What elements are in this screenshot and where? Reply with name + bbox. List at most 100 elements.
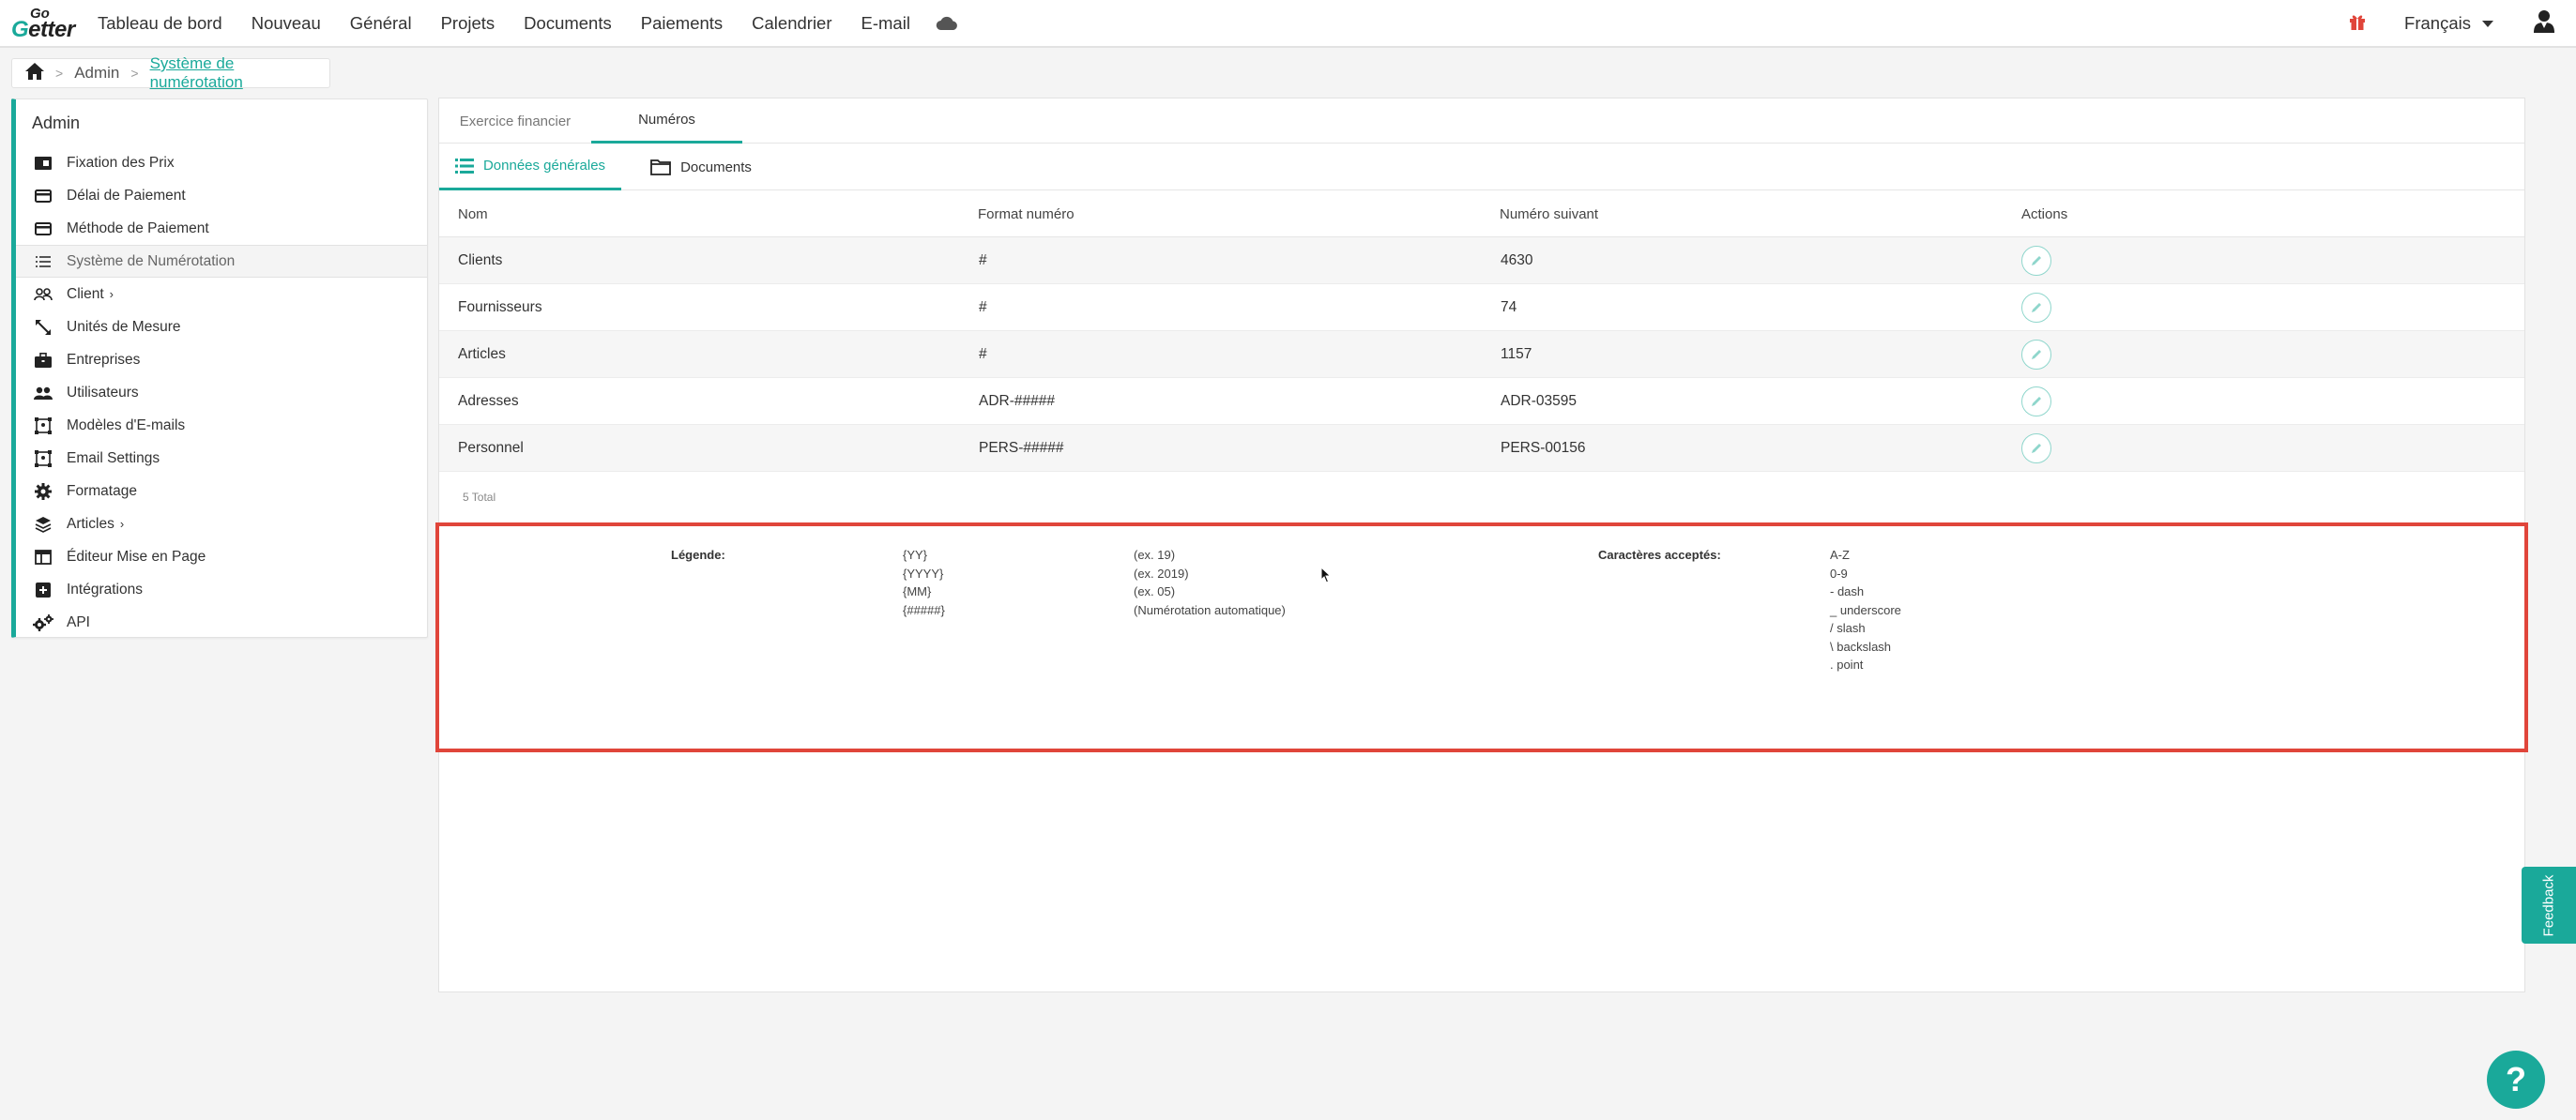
legend-code: {YY} <box>903 548 928 562</box>
legend-examples: (ex. 19) (ex. 2019) (ex. 05) (Numérotati… <box>1134 546 1286 619</box>
edit-button[interactable] <box>2021 293 2051 323</box>
cell-name: Clients <box>458 252 503 268</box>
sidebar-item-label: Articles <box>67 515 114 532</box>
cell-format: ADR-##### <box>979 393 1055 409</box>
nav-email[interactable]: E-mail <box>861 13 910 34</box>
feedback-label: Feedback <box>2540 874 2557 936</box>
top-navbar: Go Getter Tableau de bord Nouveau Généra… <box>0 0 2576 48</box>
sidebar-item-label: Email Settings <box>67 449 160 466</box>
nav-documents[interactable]: Documents <box>524 13 612 34</box>
nav-payments[interactable]: Paiements <box>641 13 723 34</box>
pencil-icon <box>2032 256 2041 265</box>
sidebar-item-companies[interactable]: Entreprises <box>16 343 427 376</box>
user-avatar-icon[interactable] <box>2533 9 2555 38</box>
sidebar-item-api[interactable]: API <box>16 606 427 639</box>
accepted-character: 0-9 <box>1830 566 1848 581</box>
tab-numbers[interactable]: Numéros <box>591 98 742 144</box>
legend-codes: {YY} {YYYY} {MM} {#####} <box>903 546 945 619</box>
nav-projects[interactable]: Projets <box>441 13 495 34</box>
credit-card-icon <box>33 219 53 238</box>
sub-tabs: Données générales Documents <box>439 144 2524 190</box>
breadcrumb-separator-icon: > <box>55 66 64 81</box>
sidebar-item-formatting[interactable]: Formatage <box>16 475 427 507</box>
table-row: Adresses ADR-##### ADR-03595 <box>439 378 2524 425</box>
list-icon <box>33 252 53 271</box>
chevron-down-icon[interactable] <box>2482 20 2493 27</box>
table-header: Nom Format numéro Numéro suivant Actions <box>439 190 2524 237</box>
briefcase-icon <box>33 351 53 370</box>
accepted-character: . point <box>1830 658 1864 672</box>
folder-icon <box>650 159 671 175</box>
users-icon <box>33 384 53 402</box>
breadcrumb-current[interactable]: Système de numérotation <box>150 54 329 92</box>
sidebar-item-label: Intégrations <box>67 581 143 598</box>
breadcrumb-separator-icon: > <box>130 66 139 81</box>
sidebar-item-integrations[interactable]: Intégrations <box>16 573 427 606</box>
list-icon <box>454 158 474 174</box>
sidebar-item-numbering-system[interactable]: Système de Numérotation <box>16 245 427 278</box>
edit-button[interactable] <box>2021 386 2051 416</box>
sidebar-item-label: Client <box>67 285 104 302</box>
nav-calendar[interactable]: Calendrier <box>752 13 831 34</box>
main-menu: Tableau de bord Nouveau Général Projets … <box>98 0 958 47</box>
column-header-next-number[interactable]: Numéro suivant <box>1500 190 1598 237</box>
cell-format: # <box>979 252 987 268</box>
tab-general-label: Données générales <box>482 158 606 174</box>
help-button[interactable]: ? <box>2487 1051 2545 1109</box>
sidebar-item-label: Unités de Mesure <box>67 318 181 335</box>
top-tabs: Exercice financier Numéros <box>439 98 2524 144</box>
sidebar-item-users[interactable]: Utilisateurs <box>16 376 427 409</box>
legend-panel: Légende: {YY} {YYYY} {MM} {#####} (ex. 1… <box>435 522 2528 752</box>
accepted-characters-title: Caractères acceptés: <box>1598 548 1721 562</box>
accepted-character: A-Z <box>1830 548 1850 562</box>
sidebar-item-articles[interactable]: Articles › <box>16 507 427 540</box>
home-icon[interactable] <box>25 62 44 84</box>
sidebar-item-units[interactable]: Unités de Mesure <box>16 310 427 343</box>
cell-format: PERS-##### <box>979 440 1064 456</box>
column-header-format[interactable]: Format numéro <box>978 190 1075 237</box>
tab-general-data[interactable]: Données générales <box>439 144 621 190</box>
mouse-cursor-icon <box>1320 566 1332 588</box>
sidebar-item-payment-method[interactable]: Méthode de Paiement <box>16 212 427 245</box>
nav-new[interactable]: Nouveau <box>252 13 321 34</box>
cell-next-number: 74 <box>1501 299 1517 315</box>
pencil-icon <box>2032 397 2041 406</box>
language-select[interactable]: Français <box>2404 13 2471 34</box>
cell-format: # <box>979 299 987 315</box>
edit-button[interactable] <box>2021 246 2051 276</box>
table-row: Fournisseurs # 74 <box>439 284 2524 331</box>
edit-button[interactable] <box>2021 340 2051 370</box>
gogetter-logo[interactable]: Go Getter <box>11 6 86 42</box>
table-total: 5 Total <box>463 491 496 504</box>
legend-example: (ex. 05) <box>1134 584 1176 598</box>
plus-square-icon <box>33 581 53 599</box>
sidebar-item-payment-terms[interactable]: Délai de Paiement <box>16 179 427 212</box>
admin-sidebar: Admin Fixation des Prix Délai de Paiemen… <box>11 98 428 638</box>
sidebar-item-layout-editor[interactable]: Éditeur Mise en Page <box>16 540 427 573</box>
cell-format: # <box>979 346 987 362</box>
cell-next-number: 4630 <box>1501 252 1533 268</box>
sidebar-item-label: Fixation des Prix <box>67 154 175 171</box>
nav-dashboard[interactable]: Tableau de bord <box>98 13 222 34</box>
sidebar-item-pricing[interactable]: Fixation des Prix <box>16 146 427 179</box>
legend-code: {#####} <box>903 602 945 617</box>
breadcrumb-admin[interactable]: Admin <box>74 64 119 83</box>
sidebar-title: Admin <box>32 113 81 132</box>
feedback-button[interactable]: Feedback <box>2522 867 2576 944</box>
tab-financial-year[interactable]: Exercice financier <box>439 98 591 144</box>
cloud-icon[interactable] <box>936 16 958 31</box>
edit-button[interactable] <box>2021 433 2051 463</box>
legend-code: {YYYY} <box>903 566 944 581</box>
nav-general[interactable]: Général <box>350 13 412 34</box>
gift-icon[interactable] <box>2348 12 2367 36</box>
layers-icon <box>33 515 53 534</box>
sidebar-item-client[interactable]: Client › <box>16 278 427 310</box>
sidebar-item-email-templates[interactable]: Modèles d'E-mails <box>16 409 427 442</box>
tab-documents[interactable]: Documents <box>621 144 781 190</box>
sidebar-item-email-settings[interactable]: Email Settings <box>16 442 427 475</box>
people-icon <box>33 285 53 304</box>
template-icon <box>33 449 53 468</box>
column-header-name[interactable]: Nom <box>458 190 488 237</box>
accepted-character: / slash <box>1830 621 1866 635</box>
credit-card-icon <box>33 187 53 205</box>
